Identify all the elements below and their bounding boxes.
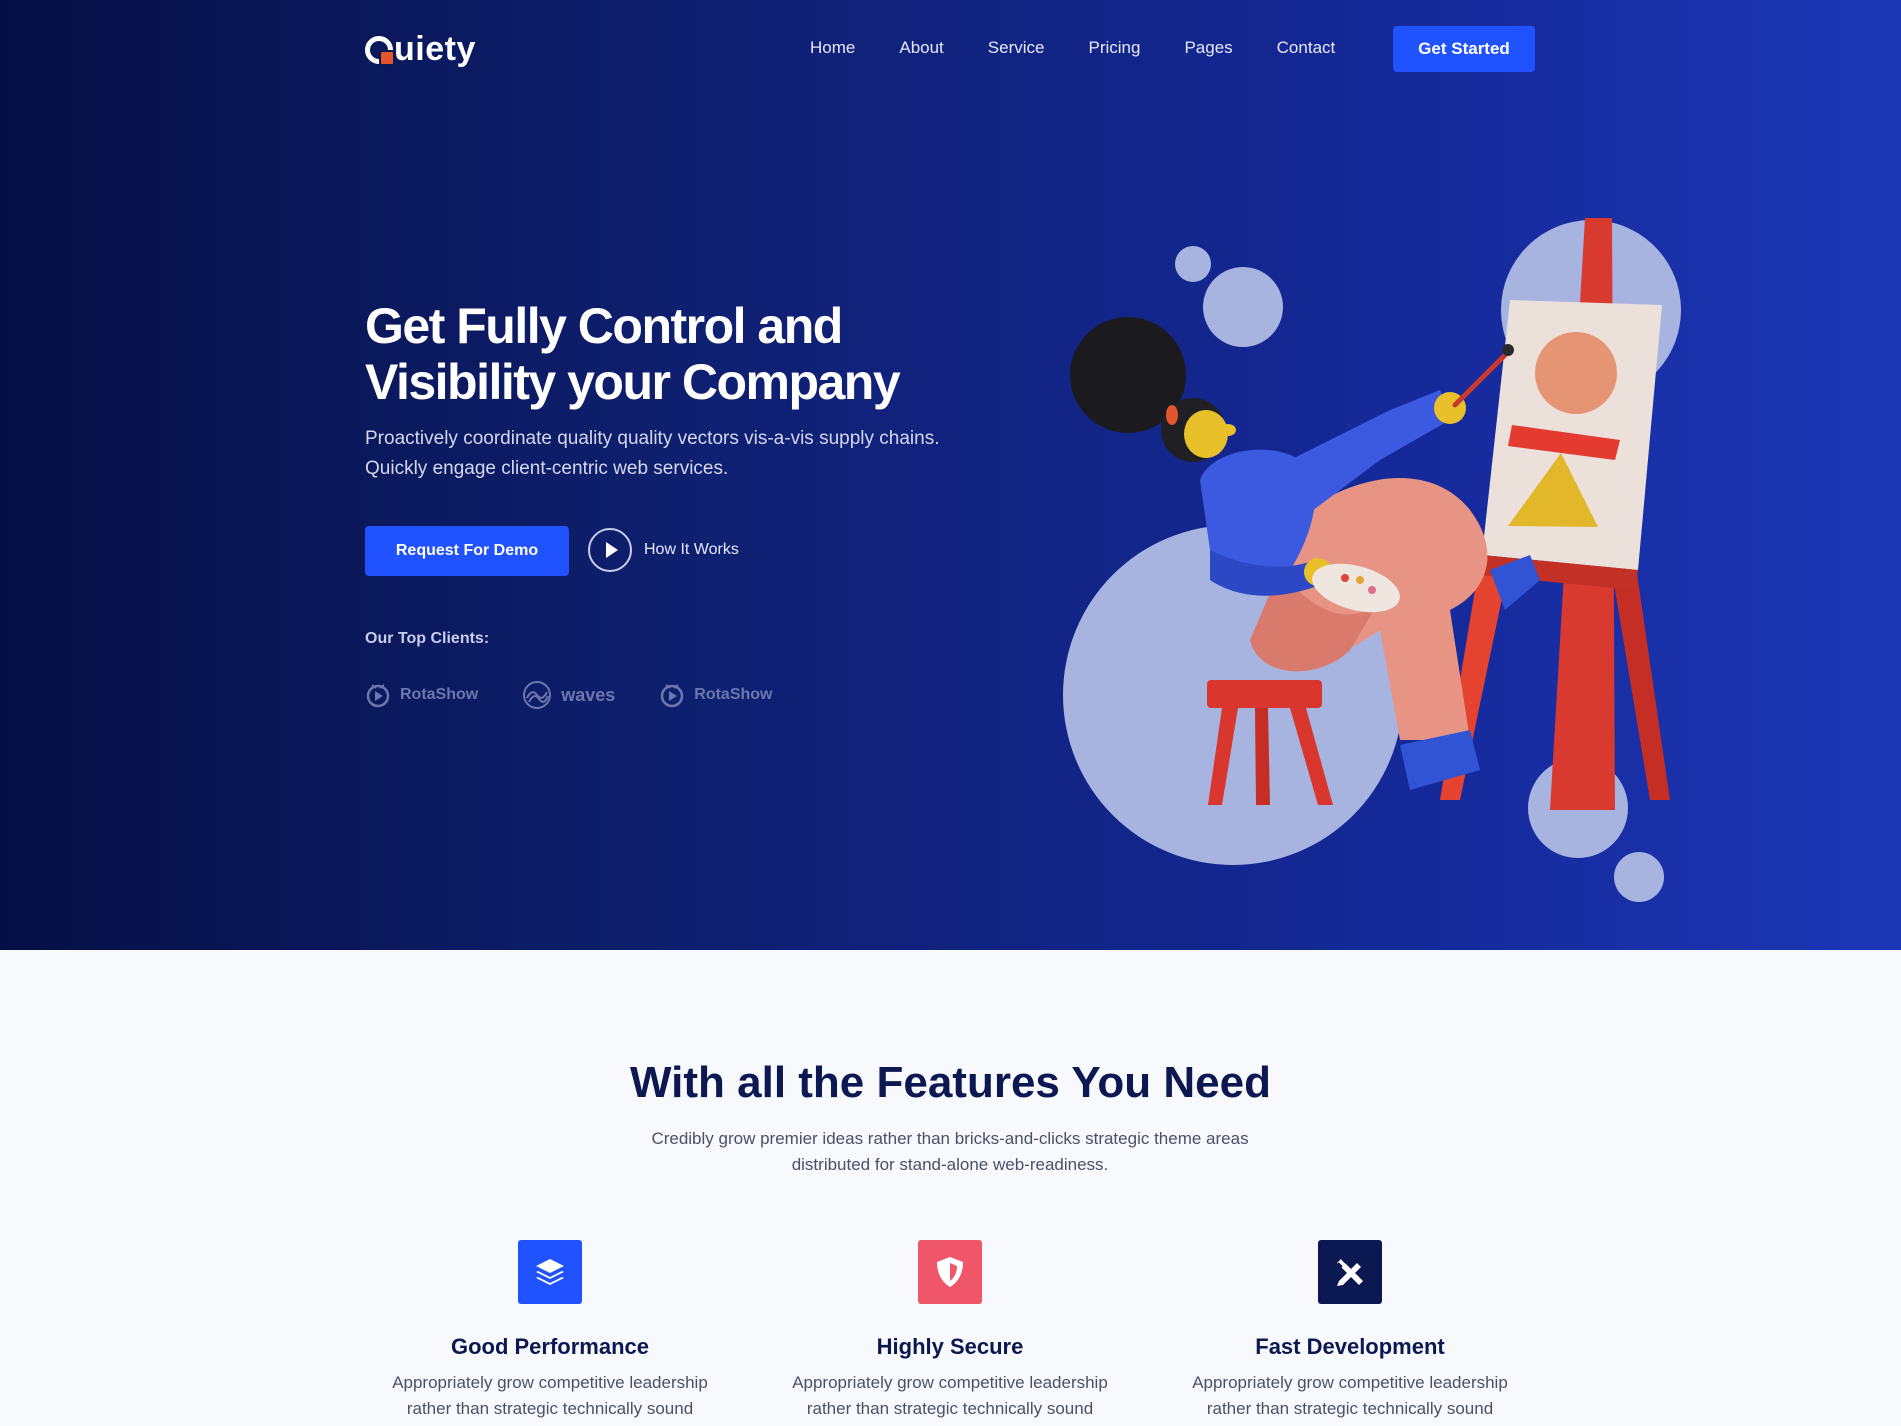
hero-title-line2: Visibility your Company: [365, 354, 901, 410]
nav-contact[interactable]: Contact: [1277, 38, 1336, 58]
clients-logos: RotaShow waves RotaShow: [365, 680, 816, 710]
tools-icon: [1318, 1240, 1382, 1304]
request-demo-button[interactable]: Request For Demo: [365, 526, 569, 576]
feature-card-development: Fast Development Appropriately grow comp…: [1170, 1240, 1530, 1422]
nav-about[interactable]: About: [899, 38, 943, 58]
feature-card-title: Fast Development: [1255, 1334, 1445, 1359]
features-desc-line1: Credibly grow premier ideas rather than …: [651, 1129, 1249, 1148]
feature-card-title: Highly Secure: [876, 1334, 1024, 1359]
feature-card-text: Appropriately grow competitive leadershi…: [380, 1370, 720, 1422]
feature-card-title: Good Performance: [450, 1334, 650, 1359]
nav-pricing[interactable]: Pricing: [1088, 38, 1140, 58]
logo-text: uiety: [394, 30, 476, 68]
get-started-button[interactable]: Get Started: [1393, 26, 1535, 72]
client-logo-rotashow: RotaShow: [365, 682, 478, 708]
feature-card-secure: Highly Secure Appropriately grow competi…: [770, 1240, 1130, 1422]
feature-card-text-line1: Appropriately grow competitive leadershi…: [1192, 1373, 1508, 1392]
rotashow-icon: [661, 684, 684, 708]
hero-section: uiety Home About Service Pricing Pages C…: [0, 0, 1901, 950]
main-nav: Home About Service Pricing Pages Contact: [810, 38, 1335, 58]
hero-desc-line2: Quickly engage client-centric web servic…: [365, 458, 729, 479]
hero-desc-line1: Proactively coordinate quality quality v…: [365, 428, 940, 449]
hero-description: Proactively coordinate quality quality v…: [365, 424, 985, 484]
client-name: RotaShow: [400, 686, 479, 703]
client-name: waves: [561, 684, 616, 705]
feature-card-text-line1: Appropriately grow competitive leadershi…: [392, 1373, 708, 1392]
features-desc-line2: distributed for stand-alone web-readines…: [791, 1155, 1109, 1174]
how-it-works-link[interactable]: How It Works: [588, 528, 739, 572]
waves-icon: [523, 681, 552, 709]
client-name: RotaShow: [694, 686, 773, 703]
features-title: With all the Features You Need: [630, 1058, 1271, 1107]
clients-title: Our Top Clients:: [365, 630, 490, 647]
client-logo-rotashow-2: RotaShow: [659, 682, 772, 708]
nav-pages[interactable]: Pages: [1184, 38, 1232, 58]
rotashow-icon: [366, 684, 390, 708]
shield-icon: [918, 1240, 982, 1304]
hero-title: Get Fully Control and Visibility your Co…: [365, 298, 985, 410]
how-it-works-label: How It Works: [644, 541, 739, 558]
feature-card-text: Appropriately grow competitive leadershi…: [780, 1370, 1120, 1422]
hero-title-line1: Get Fully Control and: [365, 298, 843, 354]
logo[interactable]: uiety: [365, 30, 476, 69]
feature-card-text-line2: rather than strategic technically sound: [1206, 1399, 1494, 1418]
nav-home[interactable]: Home: [810, 38, 855, 58]
feature-card-text: Appropriately grow competitive leadershi…: [1180, 1370, 1520, 1422]
feature-card-performance: Good Performance Appropriately grow comp…: [370, 1240, 730, 1422]
feature-card-text-line1: Appropriately grow competitive leadershi…: [792, 1373, 1108, 1392]
client-logo-waves: waves: [522, 680, 615, 710]
layers-icon: [518, 1240, 582, 1304]
hero-illustration: [1063, 218, 1681, 902]
feature-card-text-line2: rather than strategic technically sound: [406, 1399, 694, 1418]
nav-service[interactable]: Service: [988, 38, 1045, 58]
features-description: Credibly grow premier ideas rather than …: [630, 1126, 1270, 1178]
logo-mark-icon: [365, 35, 395, 66]
feature-card-text-line2: rather than strategic technically sound: [806, 1399, 1094, 1418]
play-icon[interactable]: [588, 528, 632, 572]
